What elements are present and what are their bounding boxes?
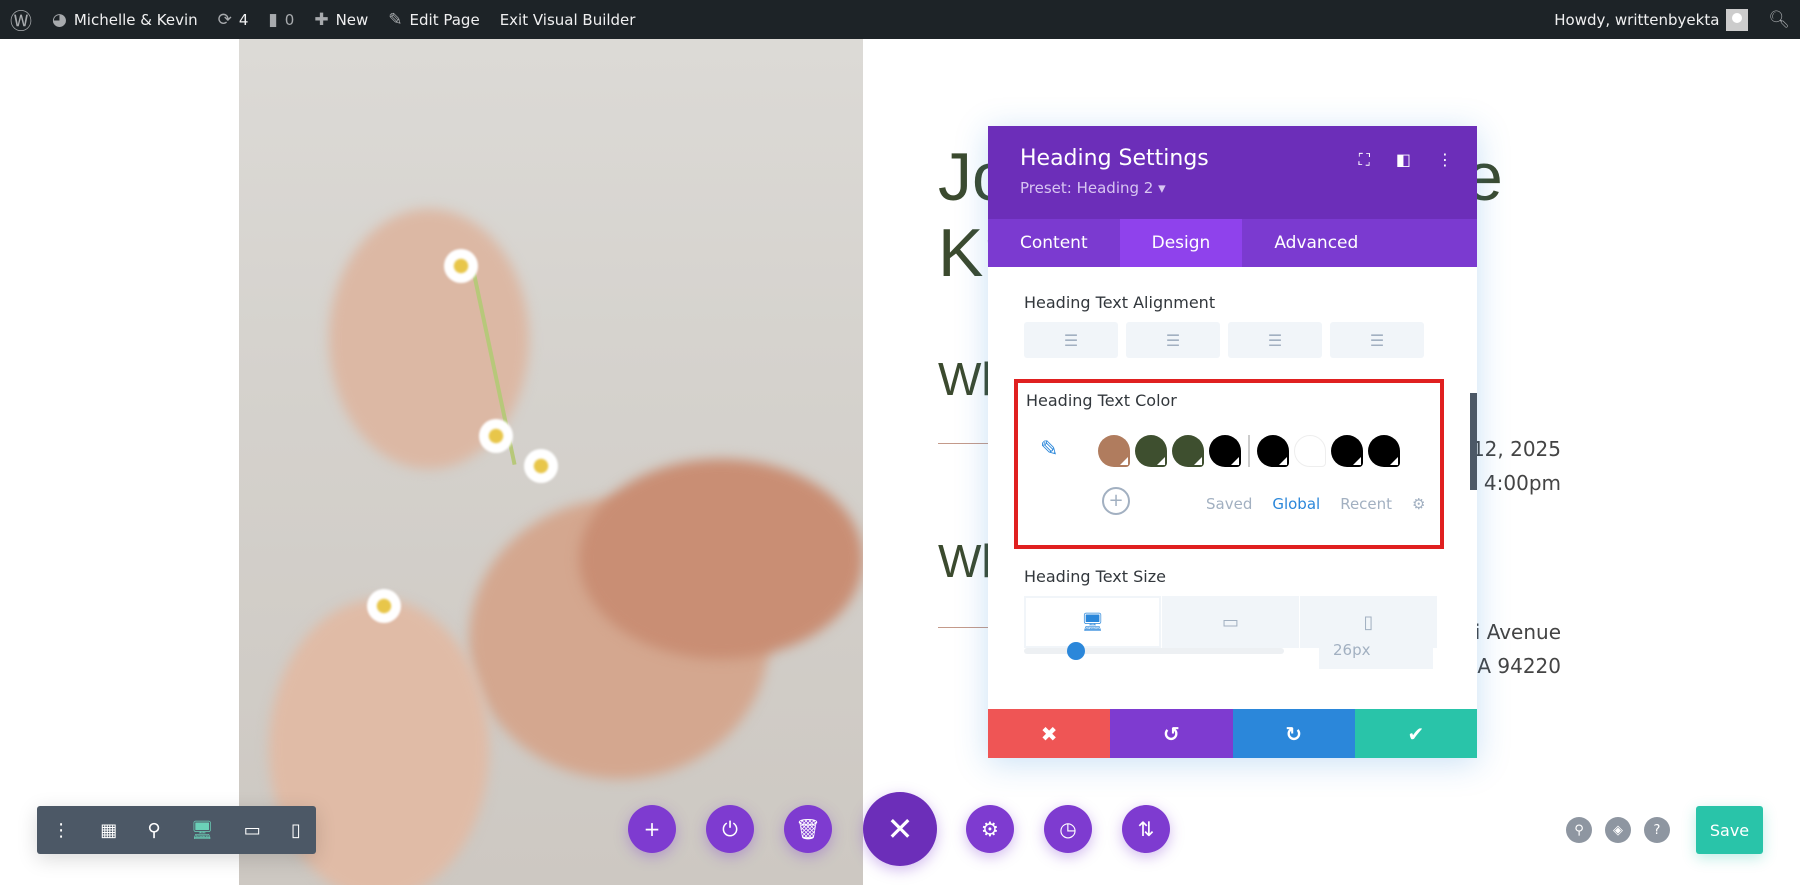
undo-button[interactable]: ↺ [1110, 709, 1233, 758]
desktop-view-icon[interactable]: 🖥︎ [191, 820, 214, 841]
gear-icon[interactable]: ⚙ [1412, 495, 1425, 513]
confirm-button[interactable]: ✔ [1354, 709, 1477, 758]
color-swatch[interactable] [1331, 435, 1363, 467]
admin-bar: Ⓦ ◕ Michelle & Kevin ⟳ 4 ▮ 0 ✚ New ✎ Edit Pag… [0, 0, 1800, 39]
refresh-icon: ⟳ [217, 9, 232, 30]
heading-text-color-section: Heading Text Color ✎ + Saved Global Rece… [1014, 379, 1444, 549]
tab-advanced[interactable]: Advanced [1242, 219, 1390, 267]
color-tab-global[interactable]: Global [1272, 495, 1320, 513]
color-swatch[interactable] [1098, 435, 1130, 467]
comments-link[interactable]: ▮ 0 [258, 0, 304, 39]
scrollbar[interactable] [1470, 393, 1477, 490]
sidebar-layout-icon[interactable]: ◧ [1396, 150, 1411, 170]
pencil-icon: ✎ [388, 9, 403, 30]
color-tab-recent[interactable]: Recent [1340, 495, 1392, 513]
account-menu[interactable]: Howdy, writtenbyekta [1544, 0, 1758, 39]
eyedropper-icon[interactable]: ✎ [1040, 437, 1058, 462]
comment-icon: ▮ [268, 9, 278, 30]
settings-gear-icon[interactable]: ⚙ [966, 805, 1014, 853]
color-swatch[interactable] [1368, 435, 1400, 467]
modal-tabs: Content Design Advanced [988, 219, 1477, 267]
more-options-icon[interactable]: ⋮ [1437, 150, 1453, 170]
color-swatch[interactable] [1257, 435, 1289, 467]
portability-icon[interactable]: ⏻ [706, 805, 754, 853]
event-date: 12, 2025 [1471, 437, 1561, 461]
color-swatch[interactable] [1135, 435, 1167, 467]
avatar [1726, 8, 1749, 31]
hands-daisies-photo [239, 39, 863, 885]
size-input[interactable]: 26px [1319, 631, 1433, 669]
search-icon[interactable]: 🔍︎ [1758, 0, 1800, 39]
trash-icon[interactable]: 🗑︎ [784, 805, 832, 853]
more-icon[interactable]: ⋮ [52, 820, 70, 841]
help-icon[interactable]: ? [1644, 817, 1670, 843]
history-icon[interactable]: ◷ [1044, 805, 1092, 853]
heading-settings-modal: Heading Settings Preset: Heading 2 ▾ ⛶ ◧… [988, 126, 1477, 758]
new-link[interactable]: ✚ New [304, 0, 378, 39]
close-builder-button[interactable]: ✕ [863, 792, 937, 866]
sort-icon[interactable]: ⇅ [1122, 805, 1170, 853]
phone-view-icon[interactable]: ▯ [291, 820, 301, 841]
exit-visual-builder-link[interactable]: Exit Visual Builder [490, 0, 646, 39]
dashboard-icon: ◕ [52, 9, 67, 30]
wireframe-icon[interactable]: ▦ [100, 820, 117, 841]
cancel-button[interactable]: ✖ [988, 709, 1111, 758]
redo-button[interactable]: ↻ [1232, 709, 1355, 758]
size-label: Heading Text Size [1024, 567, 1166, 586]
size-slider[interactable] [1024, 642, 1284, 660]
color-swatch[interactable] [1294, 435, 1326, 467]
search-icon[interactable]: ⚲ [1566, 817, 1592, 843]
tab-design[interactable]: Design [1119, 219, 1243, 267]
align-right-button[interactable]: ☰ [1228, 322, 1322, 358]
slider-handle[interactable] [1067, 642, 1085, 660]
event-time: 4:00pm [1483, 471, 1561, 495]
save-button[interactable]: Save [1696, 806, 1763, 854]
zoom-icon[interactable]: ⚲ [147, 820, 160, 841]
color-label: Heading Text Color [1026, 391, 1177, 410]
tab-content[interactable]: Content [988, 219, 1120, 267]
desktop-device-tab[interactable]: 🖥︎ [1024, 596, 1161, 648]
plus-icon: ✚ [314, 9, 329, 30]
color-swatch[interactable] [1172, 435, 1204, 467]
color-swatch[interactable] [1209, 435, 1241, 467]
fullscreen-icon[interactable]: ⛶ [1359, 150, 1370, 170]
edit-page-link[interactable]: ✎ Edit Page [378, 0, 489, 39]
tablet-view-icon[interactable]: ▭ [244, 820, 261, 841]
wordpress-logo-icon[interactable]: Ⓦ [0, 0, 42, 39]
updates-count: 4 [238, 10, 249, 29]
layers-icon[interactable]: ◈ [1605, 817, 1631, 843]
new-label: New [335, 10, 369, 29]
add-color-button[interactable]: + [1102, 487, 1130, 515]
updates-link[interactable]: ⟳ 4 [208, 0, 259, 39]
site-name-link[interactable]: ◕ Michelle & Kevin [42, 0, 208, 39]
comments-count: 0 [284, 10, 295, 29]
add-button[interactable]: + [628, 805, 676, 853]
site-name: Michelle & Kevin [73, 10, 198, 29]
swatch-divider [1248, 435, 1250, 467]
page-settings-toolbar: ⋮ ▦ ⚲ 🖥︎ ▭ ▯ [37, 806, 316, 854]
color-tab-saved[interactable]: Saved [1206, 495, 1252, 513]
address-line2: CA 94220 [1463, 654, 1561, 678]
alignment-label: Heading Text Alignment [1024, 293, 1216, 312]
address-line1: vi Avenue [1462, 620, 1561, 644]
modal-header: Heading Settings Preset: Heading 2 ▾ ⛶ ◧… [988, 126, 1477, 219]
exit-label: Exit Visual Builder [499, 10, 636, 29]
align-left-button[interactable]: ☰ [1024, 322, 1118, 358]
howdy-label: Howdy, writtenbyekta [1554, 10, 1720, 29]
tablet-device-tab[interactable]: ▭ [1162, 596, 1299, 648]
preset-dropdown[interactable]: Preset: Heading 2 ▾ [1020, 179, 1445, 197]
align-center-button[interactable]: ☰ [1126, 322, 1220, 358]
align-justify-button[interactable]: ☰ [1330, 322, 1424, 358]
edit-label: Edit Page [409, 10, 480, 29]
